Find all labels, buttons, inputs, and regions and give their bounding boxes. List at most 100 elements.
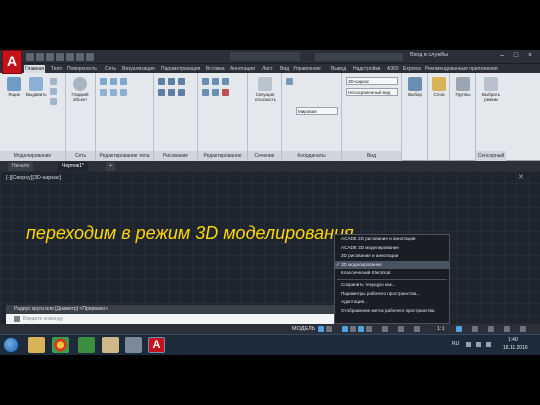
redo-icon[interactable] — [86, 53, 94, 61]
document-icon[interactable] — [102, 337, 119, 353]
print-icon[interactable] — [66, 53, 74, 61]
volume-icon[interactable] — [486, 342, 491, 347]
section-plane-button[interactable]: Секущая плоскость — [255, 77, 276, 102]
tab-surface[interactable]: Поверхность — [66, 65, 98, 73]
panel-title-modify[interactable]: Редактирование — [198, 151, 247, 161]
box-button[interactable]: Ящик — [4, 77, 24, 97]
annotation-icon[interactable] — [414, 326, 420, 332]
tray-arrow-icon[interactable] — [466, 342, 471, 347]
hardware-acceleration-icon[interactable] — [488, 326, 494, 332]
extrude-button[interactable]: Выдавить — [26, 77, 47, 97]
app-icon[interactable] — [125, 337, 142, 353]
tab-a360[interactable]: A360 — [386, 65, 400, 73]
layers-button[interactable]: Слои — [429, 77, 449, 97]
new-file-icon[interactable] — [26, 53, 34, 61]
tab-layout[interactable]: Лист — [261, 65, 274, 73]
shell-icon[interactable] — [110, 89, 117, 96]
annotation-scale[interactable]: 1:1 — [437, 325, 445, 333]
display-workspace-label-item[interactable]: Отображение меток рабочего пространства — [335, 307, 449, 316]
mirror-icon[interactable] — [202, 89, 209, 96]
workspace-settings-item[interactable]: Параметры рабочего пространства... — [335, 290, 449, 299]
smooth-object-button[interactable]: Гладкий объект — [70, 77, 90, 102]
workspace-item-selected[interactable]: ✓ 3D моделирование — [335, 260, 449, 270]
tab-drawing1[interactable]: Чертеж1* — [58, 162, 88, 171]
selection-button[interactable]: Выбор — [405, 77, 425, 97]
tab-mesh[interactable]: Сеть — [104, 65, 117, 73]
search-input[interactable] — [315, 53, 403, 61]
panel-title-modeling[interactable]: Моделирование — [0, 151, 65, 161]
workspace-item[interactable]: ACADE 2D рисование и аннотации — [335, 235, 449, 244]
undo-icon[interactable] — [76, 53, 84, 61]
snap-icon[interactable] — [326, 326, 332, 332]
clock-date[interactable]: 16.11.2016 — [503, 345, 528, 351]
tab-view[interactable]: Вид — [279, 65, 290, 73]
workspace-item[interactable]: 2D рисование и аннотации — [335, 252, 449, 261]
subtract-icon[interactable] — [110, 78, 117, 85]
workspace-switching-icon[interactable] — [456, 326, 462, 332]
new-tab-button[interactable]: + — [106, 162, 115, 171]
maximize-button[interactable]: □ — [510, 51, 522, 61]
clean-screen-icon[interactable] — [504, 326, 510, 332]
media-player-icon[interactable] — [78, 337, 95, 353]
circle-icon[interactable] — [178, 78, 185, 85]
workspace-item[interactable]: ACADE 3D моделирование — [335, 244, 449, 253]
copy-icon[interactable] — [222, 78, 229, 85]
viewport-close-icon[interactable]: ✕ — [518, 173, 524, 181]
slice-icon[interactable] — [100, 89, 107, 96]
tab-visualize[interactable]: Визуализация — [121, 65, 156, 73]
revolve-icon[interactable] — [50, 88, 57, 95]
tab-home[interactable]: Главная — [24, 65, 46, 73]
panel-title-solid-editing[interactable]: Редактирование тела — [96, 151, 153, 161]
tab-insert[interactable]: Вставка — [205, 65, 226, 73]
groups-button[interactable]: Группы — [453, 77, 473, 97]
transparency-icon[interactable] — [382, 326, 388, 332]
open-file-icon[interactable] — [36, 53, 44, 61]
isolate-icon[interactable] — [472, 326, 478, 332]
panel-title-view[interactable]: Вид — [342, 151, 401, 161]
union-icon[interactable] — [100, 78, 107, 85]
otrack-icon[interactable] — [358, 326, 364, 332]
polar-icon[interactable] — [342, 326, 348, 332]
ucs-combo[interactable]: Мировая — [296, 107, 338, 115]
explorer-icon[interactable] — [28, 337, 45, 353]
customize-item[interactable]: Адаптация... — [335, 298, 449, 307]
line-icon[interactable] — [158, 78, 165, 85]
osnap-icon[interactable] — [350, 326, 356, 332]
tab-output[interactable]: Вывод — [330, 65, 347, 73]
signin-button[interactable]: Вход в службы — [410, 52, 448, 58]
application-menu-button[interactable]: A — [2, 50, 22, 74]
chrome-icon[interactable] — [52, 337, 69, 353]
minimize-button[interactable]: – — [496, 51, 508, 61]
arc-icon[interactable] — [158, 89, 165, 96]
close-button[interactable]: × — [524, 51, 536, 61]
tab-addins[interactable]: Надстройки — [352, 65, 381, 73]
viewport-controls[interactable]: [-][Сверху][3D-каркас] — [6, 175, 61, 181]
start-button[interactable] — [3, 337, 19, 353]
tab-solid[interactable]: Тело — [50, 65, 63, 73]
tab-annotate[interactable]: Аннотации — [229, 65, 256, 73]
autocad-taskbar-icon[interactable]: A — [148, 337, 165, 353]
panel-title-draw[interactable]: Рисование — [154, 151, 197, 161]
tab-manage[interactable]: Управление — [292, 65, 322, 73]
rectangle-icon[interactable] — [168, 89, 175, 96]
save-workspace-item[interactable]: Сохранить текущую как... — [335, 281, 449, 290]
lineweight-icon[interactable] — [366, 326, 372, 332]
erase-icon[interactable] — [222, 89, 229, 96]
tab-express[interactable]: Express — [402, 65, 422, 73]
polyline-icon[interactable] — [168, 78, 175, 85]
imprint-icon[interactable] — [120, 89, 127, 96]
customization-icon[interactable] — [520, 326, 526, 332]
workspace-item[interactable]: Классический Electrical — [335, 269, 449, 278]
language-indicator[interactable]: RU — [452, 341, 459, 347]
rotate-icon[interactable] — [212, 78, 219, 85]
visual-style-combo[interactable]: 3D-каркас — [346, 77, 398, 85]
loft-icon[interactable] — [50, 78, 57, 85]
ucs-icon[interactable] — [286, 78, 293, 85]
intersect-icon[interactable] — [120, 78, 127, 85]
save-as-icon[interactable] — [56, 53, 64, 61]
scale-icon[interactable] — [212, 89, 219, 96]
panel-title-section[interactable]: Сечение — [248, 151, 281, 161]
save-icon[interactable] — [46, 53, 54, 61]
network-icon[interactable] — [476, 342, 481, 347]
tab-start[interactable]: Начало — [8, 162, 34, 171]
